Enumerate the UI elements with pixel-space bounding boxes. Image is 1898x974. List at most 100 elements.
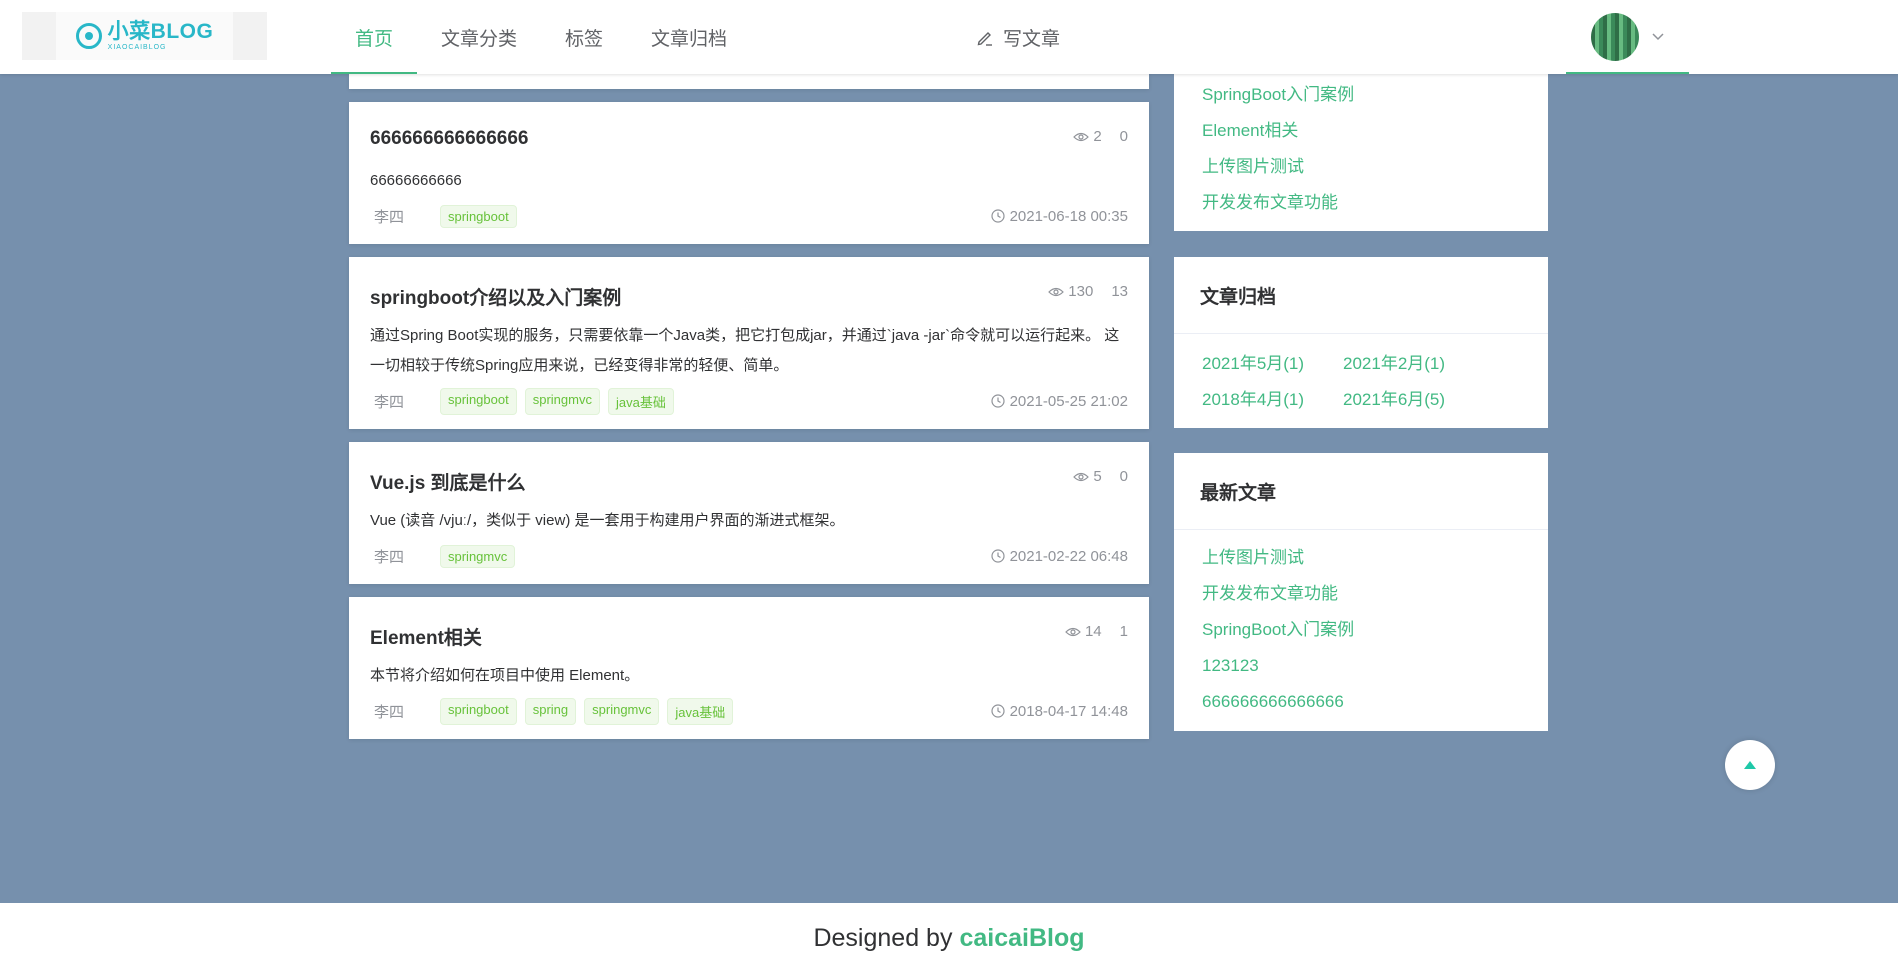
latest-article-link[interactable]: 666666666666666 — [1202, 684, 1548, 720]
article-footer: 李四 springboot 2021-06-18 00:35 — [370, 204, 1128, 228]
clock-icon — [990, 704, 1005, 718]
caret-up-icon — [1744, 761, 1756, 769]
article-date: 2021-02-22 06:48 — [990, 547, 1128, 565]
article-card: 666666666666666 2 0 66666666666 李四 sprin… — [349, 102, 1149, 244]
write-article-label: 写文章 — [1003, 28, 1061, 50]
nav-home[interactable]: 首页 — [331, 0, 418, 74]
eye-icon — [1073, 132, 1090, 141]
nav-archive[interactable]: 文章归档 — [627, 0, 751, 74]
eye-icon — [1048, 287, 1065, 296]
comment-count: 13 — [1111, 283, 1128, 300]
article-date-value: 2021-05-25 21:02 — [1009, 392, 1128, 410]
eye-icon — [1065, 627, 1081, 636]
clock-icon — [990, 394, 1005, 408]
latest-article-link[interactable]: 上传图片测试 — [1202, 540, 1548, 576]
view-count-value: 130 — [1068, 283, 1094, 300]
logo-textblock: 小菜BLOG XIAOCAIBLOG — [108, 21, 214, 51]
sidebar-latest-panel: 最新文章 上传图片测试 开发发布文章功能 SpringBoot入门案例 1231… — [1174, 453, 1548, 731]
write-article-button[interactable]: 写文章 — [975, 22, 1060, 52]
article-title[interactable]: Vue.js 到底是什么 — [370, 468, 526, 495]
archive-list: 2021年5月(1) 2021年2月(1) 2018年4月(1) 2021年6月… — [1174, 334, 1548, 418]
article-card-partial — [349, 74, 1149, 89]
sidebar-archive-panel: 文章归档 2021年5月(1) 2021年2月(1) 2018年4月(1) 20… — [1174, 257, 1548, 428]
nav-tags[interactable]: 标签 — [541, 0, 627, 74]
tag-badge[interactable]: java基础 — [607, 387, 674, 415]
article-footer: 李四 springmvc 2021-02-22 06:48 — [370, 544, 1128, 568]
article-footer: 李四 springboot spring springmvc java基础 20… — [370, 697, 1128, 725]
article-author[interactable]: 李四 — [370, 206, 440, 227]
logo-text: 小菜BLOG — [107, 20, 214, 43]
hot-article-link[interactable]: Element相关 — [1202, 113, 1548, 149]
clock-icon — [990, 209, 1005, 223]
hot-article-link[interactable]: SpringBoot入门案例 — [1202, 77, 1548, 113]
back-to-top-button[interactable] — [1725, 740, 1775, 790]
view-count-value: 14 — [1084, 623, 1102, 640]
logo-inner: 小菜BLOG XIAOCAIBLOG — [75, 21, 214, 51]
latest-article-link[interactable]: SpringBoot入门案例 — [1202, 612, 1548, 648]
article-summary: 通过Spring Boot实现的服务，只需要依靠一个Java类，把它打包成jar… — [370, 327, 1120, 374]
hot-article-link[interactable]: 上传图片测试 — [1202, 149, 1548, 185]
archive-link[interactable]: 2021年6月(5) — [1343, 382, 1484, 418]
site-logo[interactable]: 小菜BLOG XIAOCAIBLOG — [22, 12, 267, 60]
article-date: 2021-06-18 00:35 — [990, 207, 1128, 225]
latest-panel-title: 最新文章 — [1174, 453, 1548, 530]
archive-link[interactable]: 2021年2月(1) — [1343, 346, 1484, 382]
tag-badge[interactable]: springboot — [440, 204, 517, 228]
article-summary: Vue (读音 /vjuː/，类似于 view) 是一套用于构建用户界面的渐进式… — [370, 512, 845, 529]
tag-badge[interactable]: springboot — [440, 387, 517, 415]
article-author[interactable]: 李四 — [370, 701, 440, 722]
article-summary: 66666666666 — [370, 172, 462, 189]
view-count: 130 — [1048, 283, 1093, 300]
latest-article-link[interactable]: 123123 — [1202, 648, 1548, 684]
article-date-value: 2018-04-17 14:48 — [1009, 702, 1128, 720]
avatar[interactable] — [1590, 13, 1639, 61]
article-meta: 5 0 — [1073, 468, 1128, 485]
footer-brand-link[interactable]: caicaiBlog — [959, 924, 1084, 953]
tag-list: springboot springmvc java基础 — [440, 387, 674, 415]
comment-count: 0 — [1119, 128, 1128, 145]
article-title[interactable]: springboot介绍以及入门案例 — [370, 283, 621, 310]
view-count: 5 — [1073, 468, 1102, 485]
article-meta: 2 0 — [1073, 128, 1128, 145]
hot-article-link[interactable]: 开发发布文章功能 — [1202, 185, 1548, 221]
tag-list: springboot — [440, 204, 517, 228]
article-meta: 130 13 — [1048, 283, 1128, 300]
article-summary: 本节将介绍如何在项目中使用 Element。 — [370, 667, 640, 684]
clock-icon — [990, 549, 1005, 563]
nav-categories[interactable]: 文章分类 — [417, 0, 541, 74]
eye-icon — [1073, 472, 1090, 481]
tag-badge[interactable]: spring — [524, 697, 577, 725]
article-date: 2021-05-25 21:02 — [990, 392, 1128, 410]
sidebar-hot-articles-panel: SpringBoot入门案例 Element相关 上传图片测试 开发发布文章功能 — [1174, 74, 1548, 231]
footer-prefix: Designed by — [813, 924, 953, 952]
main-nav: 首页 文章分类 标签 文章归档 — [331, 0, 751, 74]
tag-list: springboot spring springmvc java基础 — [440, 697, 734, 725]
tag-badge[interactable]: springmvc — [524, 387, 600, 415]
article-title[interactable]: Element相关 — [370, 623, 482, 650]
tag-badge[interactable]: springmvc — [440, 544, 516, 568]
top-navbar: 小菜BLOG XIAOCAIBLOG 首页 文章分类 标签 文章归档 写文章 — [0, 0, 1898, 74]
tag-badge[interactable]: java基础 — [667, 697, 734, 725]
view-count: 2 — [1073, 128, 1102, 145]
article-author[interactable]: 李四 — [370, 391, 440, 412]
user-menu[interactable] — [1566, 0, 1689, 74]
archive-link[interactable]: 2021年5月(1) — [1202, 346, 1343, 382]
article-date-value: 2021-06-18 00:35 — [1009, 207, 1128, 225]
article-card: springboot介绍以及入门案例 130 13 通过Spring Boot实… — [349, 257, 1149, 429]
pen-icon — [977, 32, 992, 46]
article-date-value: 2021-02-22 06:48 — [1009, 547, 1128, 565]
article-author[interactable]: 李四 — [370, 546, 440, 567]
tag-badge[interactable]: springmvc — [584, 697, 660, 725]
latest-article-link[interactable]: 开发发布文章功能 — [1202, 576, 1548, 612]
article-title[interactable]: 666666666666666 — [370, 128, 529, 150]
archive-link[interactable]: 2018年4月(1) — [1202, 382, 1343, 418]
view-count-value: 2 — [1093, 128, 1102, 145]
chevron-down-icon — [1651, 33, 1664, 41]
hot-articles-list: SpringBoot入门案例 Element相关 上传图片测试 开发发布文章功能 — [1174, 74, 1548, 221]
tag-badge[interactable]: springboot — [440, 697, 517, 725]
article-footer: 李四 springboot springmvc java基础 2021-05-2… — [370, 387, 1128, 415]
article-card: Vue.js 到底是什么 5 0 Vue (读音 /vjuː/，类似于 view… — [349, 442, 1149, 584]
tag-list: springmvc — [440, 544, 516, 568]
page-footer: Designed by caicaiBlog — [0, 903, 1898, 974]
latest-articles-list: 上传图片测试 开发发布文章功能 SpringBoot入门案例 123123 66… — [1174, 530, 1548, 720]
